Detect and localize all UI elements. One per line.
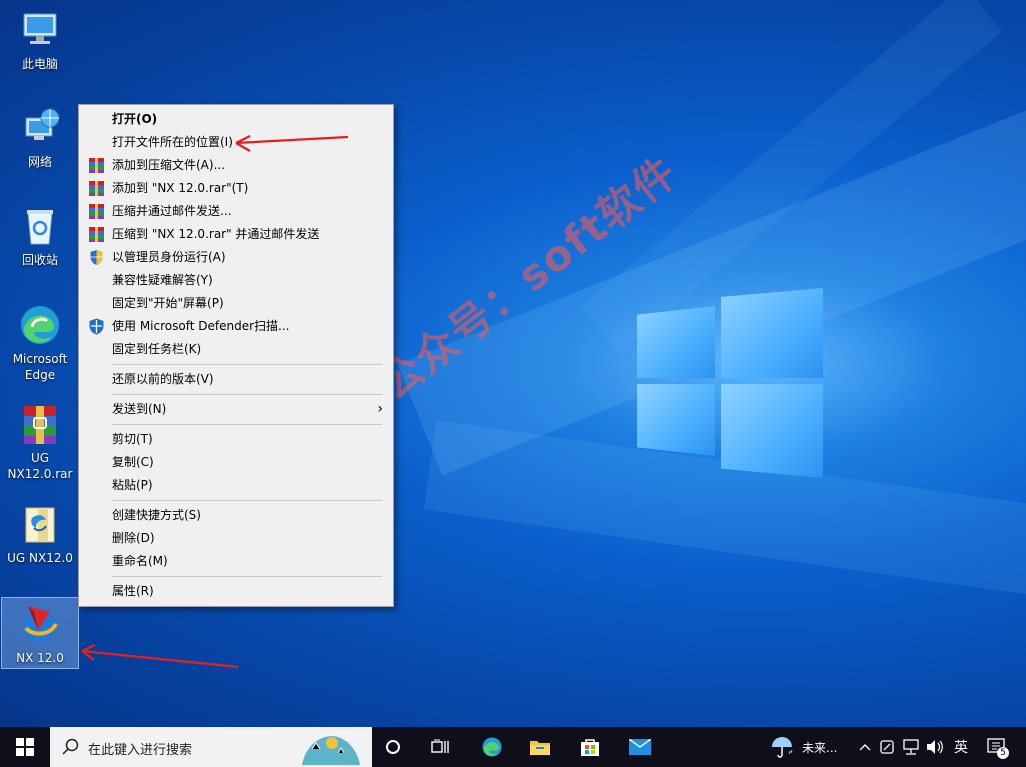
start-button[interactable] bbox=[0, 727, 50, 767]
taskbar-store[interactable] bbox=[572, 727, 608, 767]
cortana-button[interactable] bbox=[375, 727, 411, 767]
mail-icon bbox=[629, 739, 651, 755]
network-tray-button[interactable] bbox=[900, 727, 922, 767]
ime-label: 英 bbox=[954, 740, 968, 756]
umbrella-rain-icon bbox=[772, 737, 793, 758]
pen-tablet-icon bbox=[880, 740, 894, 754]
taskbar-mail[interactable] bbox=[622, 727, 658, 767]
notification-center-button[interactable]: 5 bbox=[984, 727, 1010, 767]
notification-badge: 5 bbox=[997, 747, 1009, 759]
edge-icon bbox=[482, 737, 502, 757]
annotation-arrow-nx-icon bbox=[81, 644, 239, 669]
store-icon bbox=[581, 739, 599, 756]
show-hidden-icons-button[interactable] bbox=[856, 727, 874, 767]
search-placeholder: 在此键入进行搜索 bbox=[88, 743, 193, 758]
weather-widget[interactable]: 未来... bbox=[770, 727, 850, 767]
taskbar: 在此键入进行搜索 未来... 英 5 bbox=[0, 727, 1026, 767]
taskbar-edge[interactable] bbox=[474, 727, 510, 767]
input-method-button[interactable]: 英 bbox=[948, 727, 974, 767]
taskbar-file-explorer[interactable] bbox=[522, 727, 558, 767]
annotation-arrows bbox=[81, 135, 349, 669]
search-icon bbox=[62, 738, 79, 755]
speaker-icon bbox=[927, 740, 943, 754]
network-wired-icon bbox=[903, 739, 919, 755]
search-highlight-icon bbox=[302, 736, 360, 765]
volume-button[interactable] bbox=[924, 727, 946, 767]
cortana-icon bbox=[386, 740, 400, 754]
tray-app-button[interactable] bbox=[876, 727, 898, 767]
task-view-icon bbox=[431, 739, 449, 753]
taskbar-search-box[interactable]: 在此键入进行搜索 bbox=[50, 727, 372, 767]
windows-start-icon bbox=[16, 738, 34, 756]
chevron-up-icon bbox=[859, 744, 871, 751]
task-view-button[interactable] bbox=[422, 727, 458, 767]
weather-text: 未来... bbox=[802, 740, 838, 755]
annotation-arrow-menu bbox=[235, 135, 349, 152]
folder-icon bbox=[530, 741, 550, 755]
